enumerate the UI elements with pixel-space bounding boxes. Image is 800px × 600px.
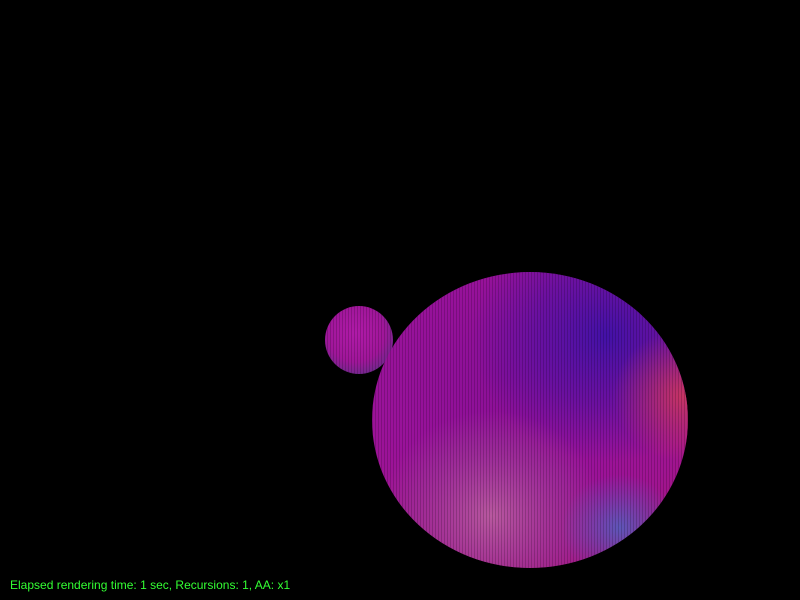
render-status-text: Elapsed rendering time: 1 sec, Recursion… bbox=[10, 578, 291, 592]
large-sphere bbox=[372, 272, 688, 568]
rendered-scene bbox=[325, 272, 688, 568]
render-viewport: Elapsed rendering time: 1 sec, Recursion… bbox=[0, 0, 800, 600]
small-sphere bbox=[325, 306, 393, 374]
